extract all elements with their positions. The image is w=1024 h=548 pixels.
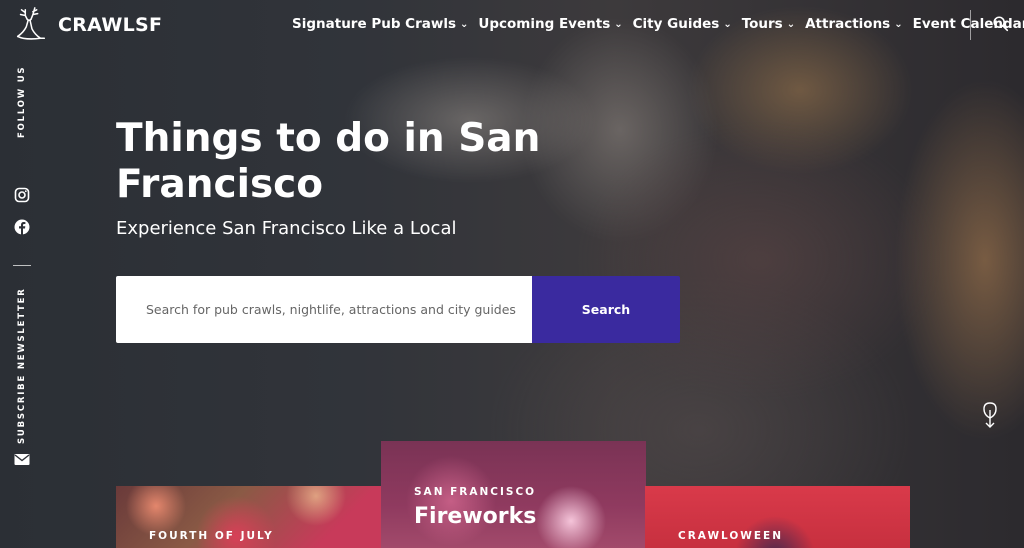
nav-city-guides[interactable]: City Guides ⌄ <box>633 16 732 32</box>
nav-tours[interactable]: Tours ⌄ <box>742 16 795 32</box>
chevron-down-icon: ⌄ <box>460 18 469 30</box>
stag-logo-icon <box>16 7 46 40</box>
card-kicker: SAN FRANCISCO <box>414 486 537 498</box>
site-header: CRAWLSF Signature Pub Crawls ⌄ Upcoming … <box>0 0 1024 50</box>
chevron-down-icon: ⌄ <box>786 18 796 30</box>
event-card-crawloween[interactable]: CRAWLOWEEN <box>645 486 910 548</box>
event-card-fourth-of-july[interactable]: FOURTH OF JULY <box>116 486 382 548</box>
nav-label: Tours <box>741 16 783 32</box>
rail-divider <box>13 265 31 266</box>
search-input[interactable] <box>116 276 532 343</box>
hero-subtitle: Experience San Francisco Like a Local <box>116 218 457 239</box>
nav-attractions[interactable]: Attractions ⌄ <box>805 16 903 32</box>
follow-us-label: FOLLOW US <box>17 65 27 138</box>
card-kicker: FOURTH OF JULY <box>149 530 274 542</box>
hero-search-form: Search <box>116 276 680 343</box>
nav-signature-pub-crawls[interactable]: Signature Pub Crawls ⌄ <box>292 16 468 32</box>
chevron-down-icon: ⌄ <box>723 18 732 30</box>
nav-label: City Guides <box>632 16 720 32</box>
nav-upcoming-events[interactable]: Upcoming Events ⌄ <box>478 16 622 32</box>
chevron-down-icon: ⌄ <box>894 18 903 30</box>
event-card-fireworks[interactable]: SAN FRANCISCO Fireworks <box>381 441 646 548</box>
mail-icon[interactable] <box>14 453 30 466</box>
chevron-down-icon: ⌄ <box>614 18 623 30</box>
nav-label: Signature Pub Crawls <box>292 16 456 32</box>
brand-logo[interactable]: CRAWLSF <box>12 6 162 44</box>
main-nav: Signature Pub Crawls ⌄ Upcoming Events ⌄… <box>292 16 1024 32</box>
search-icon[interactable] <box>992 15 1010 33</box>
instagram-icon[interactable] <box>14 187 30 203</box>
page-title: Things to do in San Francisco <box>116 116 541 207</box>
subscribe-newsletter-link[interactable]: SUBSCRIBE NEWSLETTER <box>17 287 27 444</box>
search-button[interactable]: Search <box>532 276 680 343</box>
card-title: Fireworks <box>414 504 537 529</box>
card-kicker: CRAWLOWEEN <box>678 530 783 542</box>
nav-label: Attractions <box>805 16 891 32</box>
brand-name: CRAWLSF <box>58 14 163 36</box>
facebook-icon[interactable] <box>14 219 30 235</box>
scroll-down-icon[interactable] <box>980 400 1000 430</box>
nav-label: Upcoming Events <box>478 16 611 32</box>
nav-divider <box>970 10 971 40</box>
